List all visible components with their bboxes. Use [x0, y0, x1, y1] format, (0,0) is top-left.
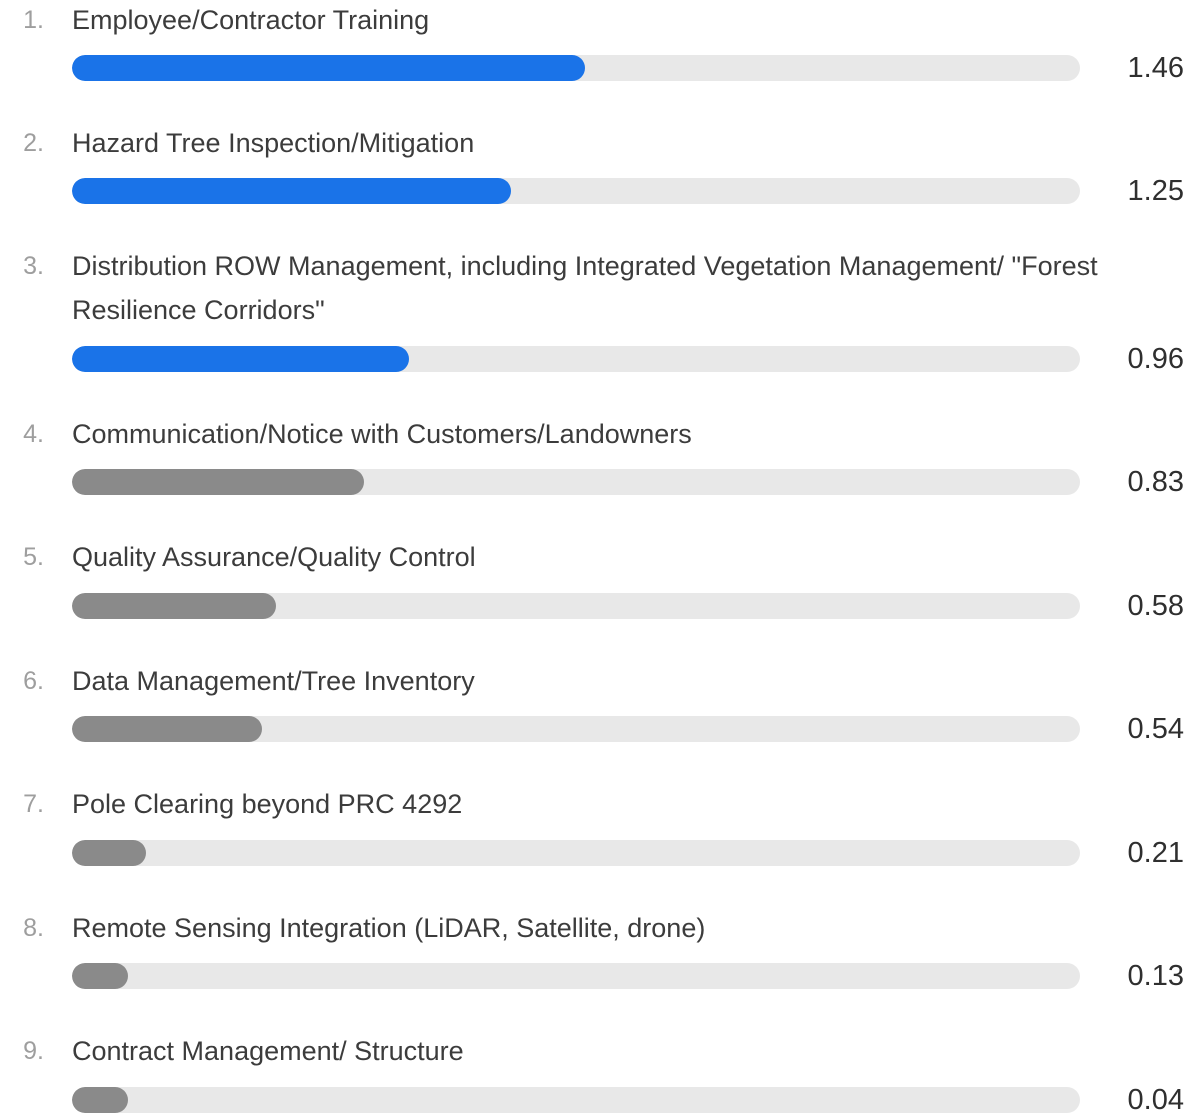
- bar-fill: [72, 346, 409, 372]
- item-label: Contract Management/ Structure: [72, 1036, 464, 1066]
- bar-value: 0.13: [1127, 960, 1184, 992]
- bar-track: [72, 840, 1080, 866]
- bar-value: 1.46: [1127, 52, 1184, 84]
- bar-fill: [72, 716, 262, 742]
- item-label: Pole Clearing beyond PRC 4292: [72, 789, 463, 819]
- bar-track: [72, 55, 1080, 81]
- bar-value: 0.21: [1127, 837, 1184, 869]
- rank-number: 4.: [23, 420, 44, 448]
- rank-number: 2.: [23, 129, 44, 157]
- item-label: Distribution ROW Management, including I…: [72, 251, 1098, 325]
- bar-track: [72, 593, 1080, 619]
- bar-track: [72, 469, 1080, 495]
- bar-track: [72, 346, 1080, 372]
- item-label: Remote Sensing Integration (LiDAR, Satel…: [72, 913, 706, 943]
- bar-value: 0.04: [1127, 1084, 1184, 1116]
- bar-track: [72, 1087, 1080, 1113]
- bar-fill: [72, 178, 511, 204]
- bar-value: 0.96: [1127, 343, 1184, 375]
- rank-number: 8.: [23, 914, 44, 942]
- rank-number: 3.: [23, 252, 44, 280]
- item-label: Hazard Tree Inspection/Mitigation: [72, 128, 475, 158]
- rank-number: 9.: [23, 1037, 44, 1065]
- item-label: Data Management/Tree Inventory: [72, 666, 475, 696]
- rank-number: 5.: [23, 543, 44, 571]
- ranking-chart: 1. Employee/Contractor Training 1.46 2. Haza…: [0, 0, 1196, 1116]
- bar-fill: [72, 55, 585, 81]
- rank-number: 6.: [23, 667, 44, 695]
- bar-fill: [72, 840, 146, 866]
- bar-fill: [72, 593, 276, 619]
- item-label: Quality Assurance/Quality Control: [72, 542, 476, 572]
- rank-number: 7.: [23, 790, 44, 818]
- bar-track: [72, 963, 1080, 989]
- bar-fill: [72, 1087, 128, 1113]
- bar-value: 0.54: [1127, 713, 1184, 745]
- bar-track: [72, 716, 1080, 742]
- item-label: Communication/Notice with Customers/Land…: [72, 419, 692, 449]
- bar-fill: [72, 469, 364, 495]
- item-label: Employee/Contractor Training: [72, 5, 430, 35]
- bar-value: 0.58: [1127, 590, 1184, 622]
- bar-track: [72, 178, 1080, 204]
- rank-number: 1.: [23, 6, 44, 34]
- bar-fill: [72, 963, 128, 989]
- bar-value: 0.83: [1127, 466, 1184, 498]
- bar-value: 1.25: [1127, 175, 1184, 207]
